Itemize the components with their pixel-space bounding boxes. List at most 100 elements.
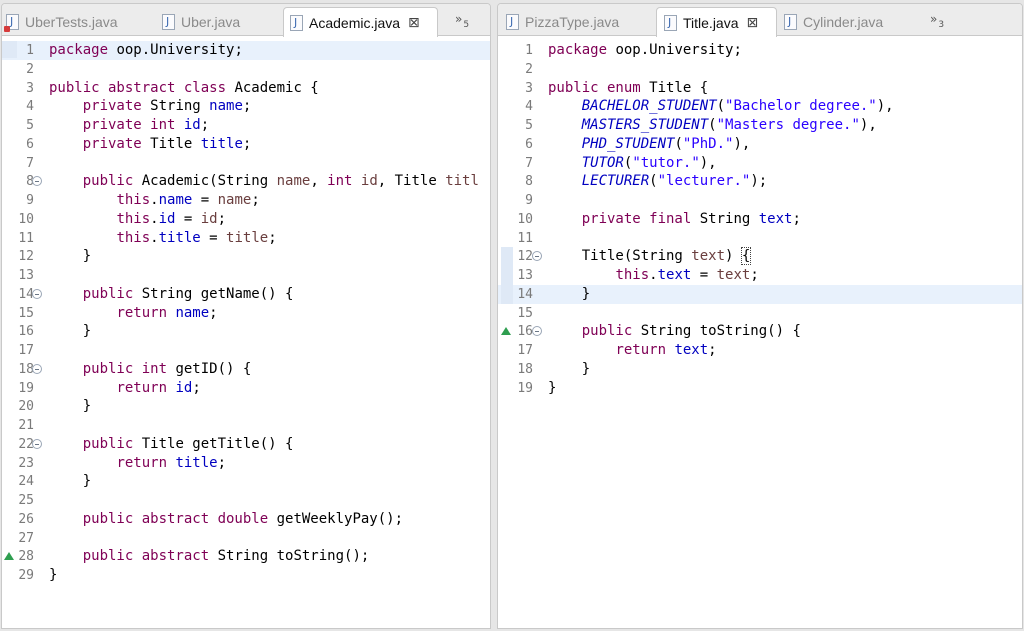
code-line[interactable]: 21 — [2, 416, 490, 435]
code-text: private final String text; — [581, 210, 801, 227]
code-text: this.title = title; — [116, 229, 277, 246]
code-line[interactable]: 7 TUTOR("tutor."), — [498, 154, 1022, 173]
fold-collapse-icon[interactable] — [532, 326, 542, 337]
tab-overflow-button[interactable]: »5 — [455, 12, 469, 30]
line-number: 23 — [18, 455, 34, 471]
fold-collapse-icon[interactable] — [532, 251, 542, 262]
code-line[interactable]: 16 public String toString() { — [498, 322, 1022, 341]
close-icon[interactable]: ⊠ — [747, 15, 759, 31]
line-number: 13 — [18, 268, 34, 283]
tab-cylinder[interactable]: Cylinder.java — [784, 7, 883, 36]
line-number: 16 — [18, 324, 34, 340]
code-line[interactable]: 20 } — [2, 397, 490, 416]
code-line[interactable]: 11 — [498, 229, 1022, 248]
tab-title[interactable]: Title.java ⊠ — [656, 7, 777, 37]
code-line[interactable]: 10 this.id = id; — [2, 210, 490, 229]
line-number: 9 — [26, 193, 34, 208]
code-line[interactable]: 22 public Title getTitle() { — [2, 435, 490, 454]
code-line[interactable]: 4 BACHELOR_STUDENT("Bachelor degree."), — [498, 97, 1022, 116]
code-line[interactable]: 5 MASTERS_STUDENT("Masters degree."), — [498, 116, 1022, 135]
line-number: 28 — [18, 549, 34, 565]
code-editor[interactable]: 1 package oop.University; 2 3 public abstrac… — [2, 37, 490, 628]
hidden-tab-count: 5 — [463, 20, 470, 30]
line-number: 12 — [18, 249, 34, 265]
code-line[interactable]: 10 private final String text; — [498, 210, 1022, 229]
tab-label: Uber.java — [181, 13, 241, 30]
fold-collapse-icon[interactable] — [32, 176, 42, 187]
code-line[interactable]: 14 } — [498, 284, 1022, 304]
code-line[interactable]: 7 — [2, 154, 490, 173]
code-text: public Title getTitle() { — [82, 435, 294, 452]
fold-collapse-icon[interactable] — [32, 288, 42, 299]
code-line[interactable]: 26 public abstract double getWeeklyPay()… — [2, 510, 490, 529]
code-line[interactable]: 4 private String name; — [2, 97, 490, 116]
code-line[interactable]: 8 LECTURER("lecturer."); — [498, 172, 1022, 191]
code-line[interactable]: 9 this.name = name; — [2, 191, 490, 210]
code-line[interactable]: 13 — [2, 266, 490, 285]
tab-pizzatype[interactable]: PizzaType.java — [506, 7, 619, 36]
code-line[interactable]: 13 this.text = text; — [498, 266, 1022, 285]
code-text: public abstract String toString(); — [82, 548, 370, 565]
code-line[interactable]: 18 public int getID() { — [2, 360, 490, 379]
code-line[interactable]: 8 public Academic(String name, int id, T… — [2, 172, 490, 191]
code-line[interactable]: 28 public abstract String toString(); — [2, 547, 490, 566]
code-line[interactable]: 27 — [2, 529, 490, 548]
code-text: MASTERS_STUDENT("Masters degree."), — [581, 117, 877, 133]
code-line[interactable]: 11 this.title = title; — [2, 229, 490, 248]
code-line[interactable]: 16 } — [2, 322, 490, 341]
tab-academic[interactable]: Academic.java ⊠ — [283, 7, 438, 37]
code-line[interactable]: 17 — [2, 341, 490, 360]
code-line[interactable]: 24 } — [2, 472, 490, 491]
line-number: 27 — [18, 530, 34, 546]
code-editor[interactable]: 1 package oop.University; 2 3 public enum Ti… — [498, 37, 1022, 628]
code-line[interactable]: 29} — [2, 566, 490, 585]
tab-uber[interactable]: Uber.java — [162, 7, 240, 36]
tab-label: Cylinder.java — [803, 13, 884, 30]
code-line[interactable]: 6 PHD_STUDENT("PhD."), — [498, 135, 1022, 154]
code-line[interactable]: 19} — [498, 379, 1022, 398]
code-line[interactable]: 23 return title; — [2, 454, 490, 473]
code-line[interactable]: 25 — [2, 491, 490, 510]
line-number: 19 — [517, 380, 533, 396]
close-icon[interactable]: ⊠ — [408, 15, 420, 31]
code-line[interactable]: 5 private int id; — [2, 116, 490, 135]
line-number: 2 — [525, 61, 533, 77]
code-text: public String getName() { — [82, 285, 294, 302]
code-line[interactable]: 2 — [498, 60, 1022, 79]
code-line[interactable]: 15 return name; — [2, 304, 490, 323]
code-line[interactable]: 3 public abstract class Academic { — [2, 79, 490, 98]
line-number: 15 — [18, 305, 34, 321]
code-text: package oop.University; — [548, 42, 742, 58]
code-line[interactable]: 15 — [498, 304, 1022, 323]
code-line[interactable]: 18 } — [498, 360, 1022, 379]
code-line[interactable]: 2 — [2, 60, 490, 79]
fold-collapse-icon[interactable] — [32, 363, 42, 374]
code-text: PHD_STUDENT("PhD."), — [581, 135, 751, 152]
code-line[interactable]: 3 public enum Title { — [498, 79, 1022, 98]
code-line[interactable]: 1 package oop.University; — [498, 41, 1022, 60]
code-text: } — [49, 567, 58, 583]
line-number: 29 — [18, 568, 34, 583]
code-text: } — [548, 360, 591, 377]
line-number: 4 — [525, 99, 533, 115]
code-text: } — [49, 248, 92, 265]
line-number: 14 — [18, 286, 34, 302]
line-number: 6 — [525, 136, 533, 152]
fold-collapse-icon[interactable] — [32, 438, 42, 449]
code-line[interactable]: 17 return text; — [498, 341, 1022, 360]
code-line[interactable]: 12 Title(String text) { — [498, 247, 1022, 267]
java-file-icon — [506, 13, 519, 30]
line-number: 4 — [26, 99, 34, 115]
java-file-icon — [290, 14, 303, 31]
code-line[interactable]: 12 } — [2, 247, 490, 266]
code-text: private Title title; — [82, 135, 252, 152]
code-line[interactable]: 1 package oop.University; — [2, 41, 490, 60]
line-number: 19 — [18, 380, 34, 396]
code-line[interactable]: 6 private Title title; — [2, 135, 490, 154]
code-line[interactable]: 9 — [498, 191, 1022, 210]
tab-overflow-button[interactable]: »3 — [930, 12, 944, 30]
line-number: 17 — [18, 343, 34, 358]
code-line[interactable]: 14 public String getName() { — [2, 285, 490, 304]
tab-ubertests[interactable]: UberTests.java — [4, 7, 118, 36]
code-line[interactable]: 19 return id; — [2, 379, 490, 398]
